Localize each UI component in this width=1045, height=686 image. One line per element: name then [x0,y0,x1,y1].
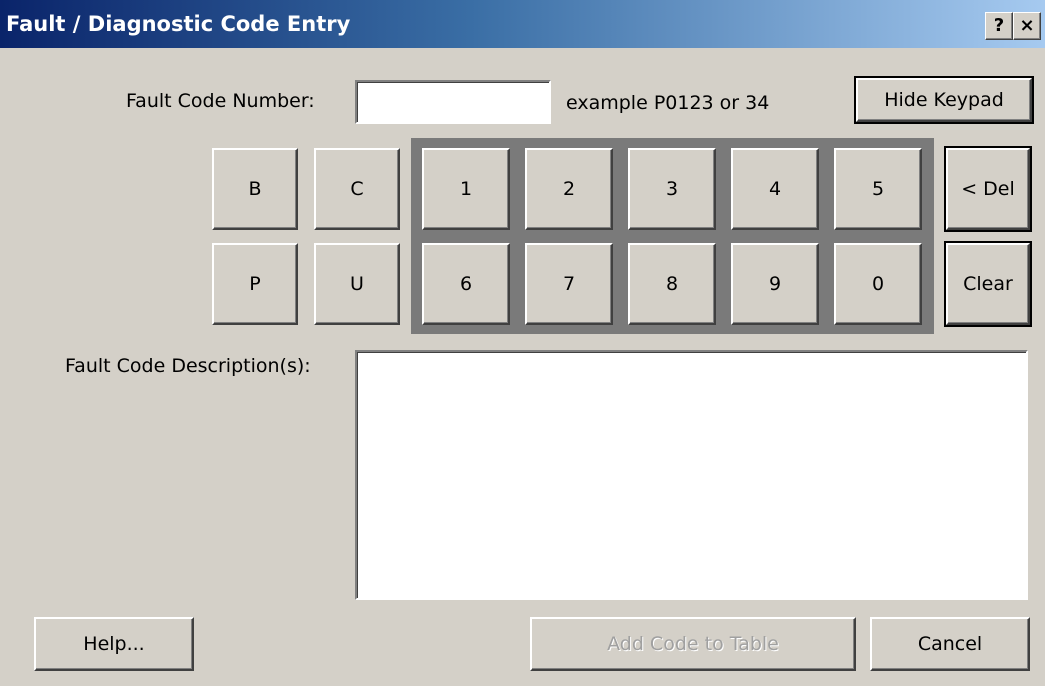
description-textarea[interactable] [355,350,1028,600]
key-p[interactable]: P [212,243,298,325]
close-icon[interactable]: × [1013,12,1041,40]
key-3[interactable]: 3 [628,148,716,230]
description-label: Fault Code Description(s): [65,355,311,377]
key-u[interactable]: U [314,243,400,325]
fault-code-input[interactable] [355,80,551,124]
key-2[interactable]: 2 [525,148,613,230]
clear-button[interactable]: Clear [944,241,1032,327]
key-4[interactable]: 4 [731,148,819,230]
help-icon[interactable]: ? [985,12,1013,40]
key-7[interactable]: 7 [525,243,613,325]
add-code-button[interactable]: Add Code to Table [530,617,856,671]
key-5[interactable]: 5 [834,148,922,230]
key-b[interactable]: B [212,148,298,230]
key-6[interactable]: 6 [422,243,510,325]
key-8[interactable]: 8 [628,243,716,325]
hide-keypad-button[interactable]: Hide Keypad [854,76,1034,124]
title-bar: Fault / Diagnostic Code Entry ? × [0,0,1045,48]
key-1[interactable]: 1 [422,148,510,230]
key-9[interactable]: 9 [731,243,819,325]
help-button[interactable]: Help... [34,617,194,671]
example-text: example P0123 or 34 [566,92,770,114]
key-0[interactable]: 0 [834,243,922,325]
cancel-button[interactable]: Cancel [870,617,1030,671]
fault-code-label: Fault Code Number: [126,90,315,112]
key-c[interactable]: C [314,148,400,230]
window-title: Fault / Diagnostic Code Entry [6,12,351,36]
delete-button[interactable]: < Del [944,146,1032,232]
